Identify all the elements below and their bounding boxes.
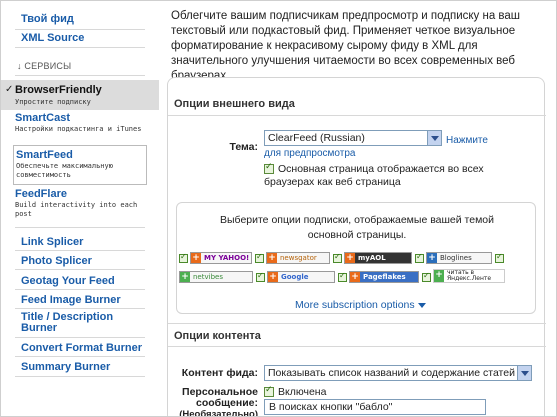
your-feed-link[interactable]: Твой фид — [21, 13, 74, 25]
main-page-checkbox-label: Основная страница отображается во всех б… — [264, 163, 484, 188]
subscription-options-box: Выберите опции подписки, отображаемые ва… — [176, 202, 536, 314]
sidebar-item-title: SmartCast — [15, 112, 71, 124]
subscribe-checkbox[interactable] — [415, 252, 424, 263]
feed-content-label: Контент фида: — [181, 367, 258, 379]
feed-content-select-value: Показывать список названий и содержание … — [268, 367, 515, 379]
divider — [15, 289, 145, 290]
more-subscription-options-link[interactable]: More subscription options — [295, 299, 426, 311]
pageflakes-badge: + Pageflakes — [349, 271, 419, 283]
personal-message-optional-text: (Необязательно) — [179, 409, 258, 417]
divider — [168, 346, 546, 347]
sidebar-item-subtitle: Упростите подписку — [15, 98, 91, 106]
sidebar-item-smartcast[interactable]: SmartCast Настройки подкастинга и iTunes — [15, 112, 145, 134]
divider — [168, 323, 546, 324]
chevron-down-icon — [517, 366, 531, 380]
subscribe-checkbox[interactable] — [179, 252, 188, 263]
personal-message-enabled-label: Включена — [278, 386, 327, 398]
theme-label: Тема: — [229, 141, 258, 153]
sidebar-item-subtitle: Настройки подкастинга и iTunes — [15, 125, 142, 133]
divider — [15, 356, 145, 357]
sidebar-item-browserfriendly[interactable]: ✓ BrowserFriendly Упростите подписку — [1, 80, 159, 110]
feed-content-select[interactable]: Показывать список названий и содержание … — [264, 365, 532, 381]
personal-message-enabled-checkbox[interactable] — [264, 385, 274, 397]
sidebar-link-link-splicer[interactable]: Link Splicer — [21, 236, 83, 248]
divider — [15, 269, 145, 270]
divider — [15, 75, 145, 76]
divider — [15, 47, 145, 48]
subscribe-checkbox[interactable] — [256, 271, 265, 282]
divider — [15, 250, 145, 251]
intro-text: Облегчите вашим подписчикам предпросмотр… — [171, 10, 521, 82]
subscription-options-text: Выберите опции подписки, отображаемые ва… — [220, 214, 494, 241]
personal-message-label-text: Персональное сообщение: — [182, 386, 258, 409]
sidebar-item-subtitle: Build interactivity into each post — [15, 201, 138, 218]
subscribe-checkbox[interactable] — [495, 252, 504, 263]
yandex-badge: + читать в Яндекс.Ленте — [433, 269, 505, 283]
sidebar-link-photo-splicer[interactable]: Photo Splicer — [21, 255, 92, 267]
newsgator-badge: + newsgator — [266, 252, 330, 264]
divider — [15, 308, 145, 309]
main-content: Облегчите вашим подписчикам предпросмотр… — [167, 1, 556, 417]
xml-source-link[interactable]: XML Source — [21, 32, 84, 44]
my-aol-badge: + myAOL — [344, 252, 412, 264]
my-yahoo-badge: + MY YAHOO! — [190, 252, 252, 264]
divider — [15, 376, 145, 377]
personal-message-label: Персональное сообщение: (Необязательно) — [174, 387, 258, 417]
check-icon: ✓ — [5, 84, 14, 95]
personal-message-input[interactable]: В поисках кнопки "бабло" — [264, 399, 486, 415]
subscribe-checkbox[interactable] — [422, 271, 431, 282]
sidebar-item-title: BrowserFriendly — [15, 84, 102, 96]
sidebar-link-feed-image-burner[interactable]: Feed Image Burner — [21, 294, 121, 306]
sidebar-item-smartfeed[interactable]: SmartFeed Обеспечьте максимальную совмес… — [13, 145, 147, 185]
google-badge: + Google — [267, 271, 335, 283]
bloglines-badge: + Bloglines — [426, 252, 492, 264]
sidebar-link-convert-format-burner[interactable]: Convert Format Burner — [21, 342, 142, 354]
content-options-heading: Опции контента — [174, 330, 261, 342]
sidebar-item-title: FeedFlare — [15, 188, 67, 200]
sidebar-item-subtitle: Обеспечьте максимальную совместимость — [16, 162, 113, 179]
divider — [15, 29, 145, 30]
sidebar-item-title: SmartFeed — [16, 149, 73, 161]
divider — [15, 337, 145, 338]
netvibes-badge: + netvibes — [179, 271, 253, 283]
sidebar-link-summary-burner[interactable]: Summary Burner — [21, 361, 110, 373]
services-section-title: ↓ СЕРВИСЫ — [17, 61, 72, 71]
subscribe-checkbox[interactable] — [255, 252, 264, 263]
options-panel: Опции внешнего вида Тема: ClearFeed (Rus… — [167, 77, 546, 417]
sidebar: Твой фид XML Source ↓ СЕРВИСЫ ✓ BrowserF… — [1, 1, 159, 416]
appearance-heading: Опции внешнего вида — [174, 98, 295, 110]
subscribe-checkbox[interactable] — [338, 271, 347, 282]
divider — [15, 227, 145, 228]
sidebar-link-title-description-burner[interactable]: Title / Description Burner — [21, 312, 141, 334]
page-frame: Твой фид XML Source ↓ СЕРВИСЫ ✓ BrowserF… — [0, 0, 557, 417]
sidebar-item-feedflare[interactable]: FeedFlare Build interactivity into each … — [15, 188, 145, 219]
subscribe-checkbox[interactable] — [333, 252, 342, 263]
sidebar-link-geotag[interactable]: Geotag Your Feed — [21, 275, 115, 287]
active-arrow — [145, 80, 159, 110]
preview-link[interactable]: Нажмите для предпросмотра — [264, 134, 504, 160]
divider — [168, 115, 546, 116]
